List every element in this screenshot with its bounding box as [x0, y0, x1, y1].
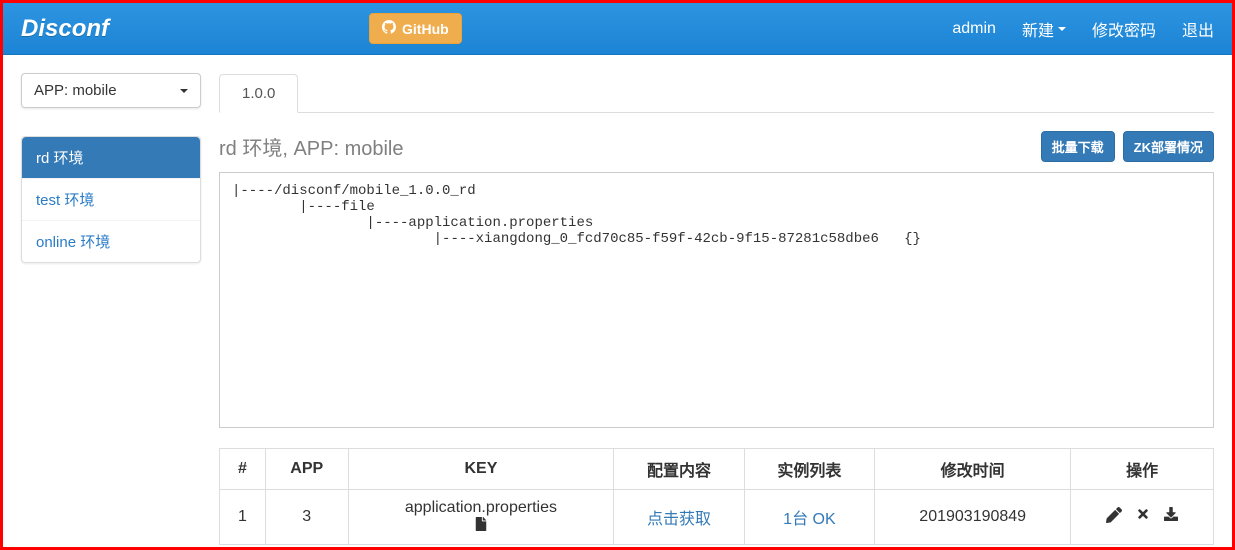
table-row: 1 3 application.properties 点击获取 1台 OK 20…	[220, 490, 1214, 545]
github-label: GitHub	[402, 21, 449, 37]
download-icon[interactable]	[1164, 507, 1178, 528]
zk-deploy-button[interactable]: ZK部署情况	[1123, 131, 1214, 162]
cell-instances: 1台 OK	[744, 490, 874, 545]
col-index: #	[220, 449, 266, 490]
cell-content: 点击获取	[614, 490, 744, 545]
col-mtime: 修改时间	[875, 449, 1071, 490]
cell-app: 3	[265, 490, 348, 545]
nav-right: admin 新建 修改密码 退出	[952, 17, 1214, 41]
app-selector-dropdown[interactable]: APP: mobile	[21, 73, 201, 108]
nav-change-password[interactable]: 修改密码	[1092, 17, 1156, 41]
nav-new[interactable]: 新建	[1022, 17, 1066, 41]
sidebar: APP: mobile rd 环境 test 环境 online 环境	[21, 73, 201, 545]
edit-icon[interactable]	[1106, 507, 1122, 528]
key-name: application.properties	[405, 499, 557, 516]
page-heading: rd 环境, APP: mobile	[219, 132, 404, 161]
github-button[interactable]: GitHub	[369, 13, 462, 44]
env-list: rd 环境 test 环境 online 环境	[21, 136, 201, 263]
brand[interactable]: Disconf	[21, 15, 109, 43]
table-header-row: # APP KEY 配置内容 实例列表 修改时间 操作	[220, 449, 1214, 490]
col-key: KEY	[348, 449, 614, 490]
tab-version[interactable]: 1.0.0	[219, 74, 298, 113]
file-icon	[475, 519, 487, 534]
config-table: # APP KEY 配置内容 实例列表 修改时间 操作 1 3 applicat…	[219, 448, 1214, 545]
col-app: APP	[265, 449, 348, 490]
batch-download-button[interactable]: 批量下载	[1041, 131, 1115, 162]
env-item-rd[interactable]: rd 环境	[22, 137, 200, 179]
nav-logout[interactable]: 退出	[1182, 17, 1214, 41]
cell-index: 1	[220, 490, 266, 545]
tabs: 1.0.0	[219, 73, 1214, 113]
env-item-test[interactable]: test 环境	[22, 179, 200, 221]
chevron-down-icon	[1058, 27, 1066, 31]
navbar: Disconf GitHub admin 新建 修改密码 退出	[3, 3, 1232, 55]
col-content: 配置内容	[614, 449, 744, 490]
github-icon	[382, 20, 396, 37]
instances-link[interactable]: 1台 OK	[783, 511, 835, 528]
chevron-down-icon	[180, 89, 188, 93]
col-instances: 实例列表	[744, 449, 874, 490]
app-selector-label: APP: mobile	[34, 82, 117, 99]
cell-key: application.properties	[348, 490, 614, 545]
col-ops: 操作	[1071, 449, 1214, 490]
fetch-content-link[interactable]: 点击获取	[647, 511, 711, 528]
cell-mtime: 201903190849	[875, 490, 1071, 545]
env-item-online[interactable]: online 环境	[22, 221, 200, 262]
nav-admin[interactable]: admin	[952, 20, 996, 38]
zk-tree: |----/disconf/mobile_1.0.0_rd |----file …	[219, 172, 1214, 428]
delete-icon[interactable]	[1136, 507, 1150, 528]
main-content: 1.0.0 rd 环境, APP: mobile 批量下载 ZK部署情况 |--…	[219, 73, 1214, 545]
cell-ops	[1071, 490, 1214, 545]
